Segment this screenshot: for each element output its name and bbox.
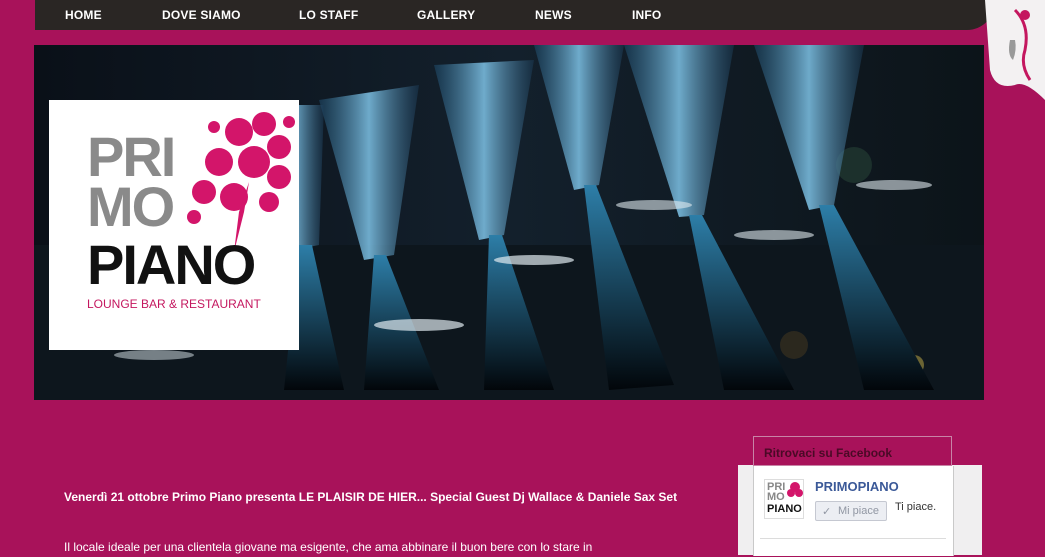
nav-item-gallery[interactable]: GALLERY	[417, 8, 475, 22]
article-title: Venerdì 21 ottobre Primo Piano presenta …	[64, 490, 678, 504]
check-icon: ✓	[822, 506, 832, 518]
facebook-like-status: Ti piace.	[895, 501, 937, 513]
logo[interactable]: PRI MO PIANO LOUNGE BAR & RESTAURANT	[49, 100, 299, 350]
like-button-label: Mi piace	[838, 505, 879, 517]
top-navigation: HOME DOVE SIAMO LO STAFF GALLERY NEWS IN…	[35, 0, 995, 30]
divider	[760, 538, 946, 539]
facebook-like-box: PRI MO PIANO PRIMOPIANO ✓ Mi piace Ti pi…	[753, 466, 954, 556]
facebook-widget-header: Ritrovaci su Facebook	[753, 436, 952, 466]
nav-item-lo-staff[interactable]: LO STAFF	[299, 8, 358, 22]
facebook-like-button[interactable]: ✓ Mi piace	[815, 501, 887, 521]
tree-graphic	[187, 112, 295, 252]
nav-item-news[interactable]: NEWS	[535, 8, 572, 22]
thumb-line-3: PIANO	[767, 503, 802, 515]
nav-item-dove-siamo[interactable]: DOVE SIAMO	[162, 8, 241, 22]
logo-line-2: MO	[87, 175, 175, 238]
logo-tagline: LOUNGE BAR & RESTAURANT	[87, 297, 261, 311]
nav-item-info[interactable]: INFO	[632, 8, 661, 22]
facebook-page-thumbnail[interactable]: PRI MO PIANO	[764, 479, 804, 519]
facebook-page-name-link[interactable]: PRIMOPIANO	[815, 479, 899, 494]
corner-decoration	[985, 0, 1045, 100]
article-body: Il locale ideale per una clientela giova…	[64, 540, 593, 554]
logo-line-3: PIANO	[87, 233, 256, 296]
thumb-line-2: MO	[767, 491, 785, 503]
facebook-widget-title: Ritrovaci su Facebook	[764, 446, 893, 460]
nav-item-home[interactable]: HOME	[65, 8, 102, 22]
thumb-tree-icon	[787, 482, 803, 497]
